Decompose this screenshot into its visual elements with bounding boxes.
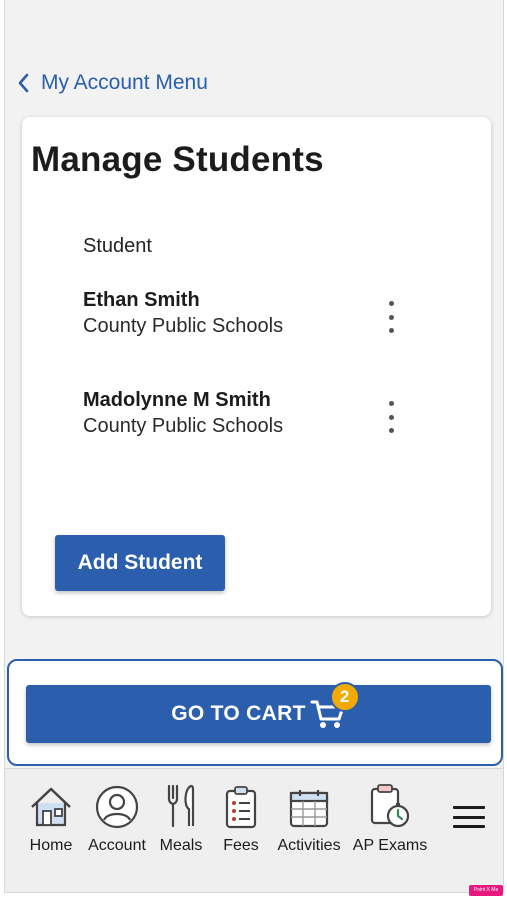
nav-label-activities: Activities <box>277 837 341 854</box>
calendar-icon <box>288 777 330 829</box>
app-screen: My Account Menu Manage Students Student … <box>4 0 504 893</box>
add-student-button[interactable]: Add Student <box>55 535 225 591</box>
home-icon <box>28 777 74 829</box>
nav-item-home[interactable]: Home <box>27 777 75 867</box>
cart-count-badge: 2 <box>329 682 360 712</box>
nav-label-fees: Fees <box>223 837 259 854</box>
go-to-cart-button[interactable]: GO TO CART 2 <box>26 682 491 743</box>
account-icon <box>95 777 139 829</box>
cart-icon: 2 <box>310 682 360 732</box>
student-school: County Public Schools <box>83 315 284 337</box>
cart-panel: GO TO CART 2 <box>7 659 503 766</box>
student-school: County Public Schools <box>83 415 284 437</box>
nav-item-fees[interactable]: Fees <box>219 777 263 867</box>
student-options-icon[interactable] <box>380 401 402 433</box>
student-name: Ethan Smith <box>83 289 200 311</box>
nav-label-home: Home <box>29 837 73 854</box>
student-name: Madolynne M Smith <box>83 389 271 411</box>
student-row: Ethan Smith County Public Schools <box>83 287 413 347</box>
chevron-left-icon <box>17 73 29 93</box>
nav-item-account[interactable]: Account <box>87 777 147 867</box>
bottom-navigation: Home Account Meals Fees Activities AP Ex… <box>5 768 503 892</box>
page-title: Manage Students <box>31 140 324 179</box>
nav-item-meals[interactable]: Meals <box>159 777 203 867</box>
overlay-tag: Point X Me <box>469 885 503 896</box>
student-row: Madolynne M Smith County Public Schools <box>83 387 413 447</box>
meals-icon <box>164 777 198 829</box>
student-options-icon[interactable] <box>380 301 402 333</box>
nav-label-ap-exams: AP Exams <box>352 837 428 854</box>
nav-label-account: Account <box>88 837 146 854</box>
exam-clipboard-icon <box>368 777 412 829</box>
fees-icon <box>223 777 259 829</box>
back-to-account-menu-link[interactable]: My Account Menu <box>17 68 208 98</box>
student-column-header: Student <box>83 235 152 257</box>
back-link-label: My Account Menu <box>41 71 208 94</box>
hamburger-menu-icon[interactable] <box>453 806 485 828</box>
nav-label-meals: Meals <box>159 837 203 854</box>
nav-item-ap-exams[interactable]: AP Exams <box>352 777 428 867</box>
nav-item-activities[interactable]: Activities <box>275 777 343 867</box>
cart-button-label: GO TO CART <box>171 702 306 725</box>
